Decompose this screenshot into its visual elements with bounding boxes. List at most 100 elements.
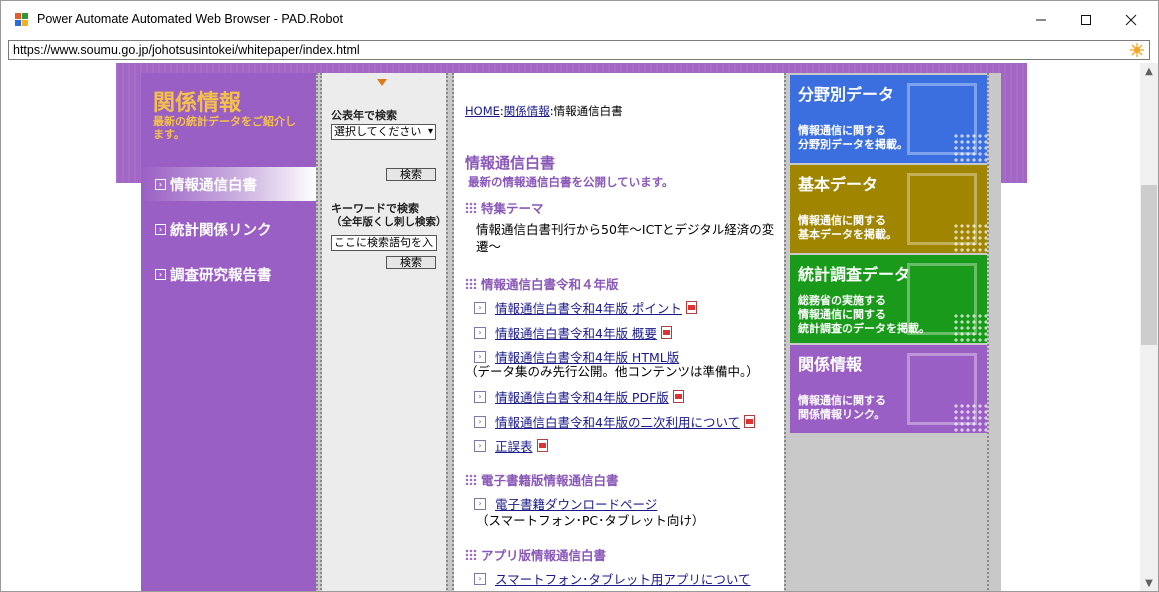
scroll-thumb[interactable] (1141, 185, 1157, 345)
list-item[interactable]: › 電子書籍ダウンロードページ (474, 494, 657, 513)
dots-icon (953, 133, 987, 163)
link-arrow-icon: › (474, 301, 486, 314)
breadcrumb-home-link[interactable]: HOME (465, 104, 500, 118)
section-heading: 電子書籍版情報通信白書 (465, 470, 619, 489)
tile-desc: 情報通信に関する 関係情報リンク。 (798, 394, 886, 421)
link-arrow-icon: › (474, 497, 486, 510)
close-button[interactable] (1108, 1, 1154, 39)
address-text[interactable]: https://www.soumu.go.jp/johotsusintokei/… (13, 43, 360, 57)
minimize-icon (1036, 19, 1046, 21)
list-item[interactable]: › 情報通信白書令和4年版の二次利用について (474, 412, 756, 431)
list-item[interactable]: › 情報通信白書令和4年版 PDF版 (474, 387, 684, 406)
minimize-button[interactable] (1018, 1, 1064, 39)
tile-desc: 総務省の実施する 情報通信に関する 統計調査のデータを掲載。 (798, 294, 930, 335)
link-text[interactable]: 電子書籍ダウンロードページ (495, 494, 657, 513)
link-arrow-icon: › (474, 326, 486, 339)
column-divider (446, 73, 454, 591)
arrow-icon: › (155, 223, 166, 235)
sidebar-item-label: 情報通信白書 (170, 177, 257, 194)
keyword-search-sublabel: （全年版くし刺し検索） (331, 216, 447, 228)
title-bar: Power Automate Automated Web Browser - P… (1, 1, 1158, 39)
dots-icon (465, 278, 477, 289)
scroll-up-icon[interactable]: ▲ (1140, 63, 1158, 81)
tile-desc: 情報通信に関する 分野別データを掲載。 (798, 124, 908, 151)
sidebar-item-whitepaper[interactable]: › 情報通信白書 (141, 167, 316, 201)
section-title: 特集テーマ (481, 201, 544, 216)
dots-icon (953, 223, 987, 253)
breadcrumb-current: 情報通信白書 (553, 104, 623, 118)
sidebar-subtitle: 最新の統計データをご紹介します。 (153, 115, 296, 141)
list-item[interactable]: › スマートフォン･タブレット用アプリについて (474, 569, 751, 588)
sidebar-item-label: 統計関係リンク (170, 222, 272, 239)
tile-related-info[interactable]: 関係情報 情報通信に関する 関係情報リンク。 (790, 345, 987, 433)
list-item[interactable]: › 情報通信白書令和4年版 概要 (474, 323, 672, 342)
arrow-icon: › (155, 178, 166, 190)
link-text[interactable]: 情報通信白書令和4年版 PDF版 (495, 387, 669, 406)
tile-survey-data[interactable]: 統計調査データ 総務省の実施する 情報通信に関する 統計調査のデータを掲載。 (790, 255, 987, 343)
dots-icon (465, 202, 477, 213)
page-subtitle: 最新の情報通信白書を公開しています。 (468, 175, 674, 189)
vertical-scrollbar[interactable]: ▲ ▼ (1140, 63, 1158, 591)
address-bar[interactable]: https://www.soumu.go.jp/johotsusintokei/… (8, 40, 1150, 60)
link-text[interactable]: 情報通信白書令和4年版 ポイント (495, 298, 682, 317)
chevron-down-icon: ▾ (427, 126, 433, 137)
link-arrow-icon: › (474, 572, 486, 585)
tile-title: 分野別データ (798, 85, 895, 104)
sidebar-title: 関係情報 (153, 91, 242, 116)
search-panel: 公表年で検索 選択してください ▾ 検索 キーワードで検索 （全年版くし刺し検索… (322, 73, 447, 591)
breadcrumb: HOME:関係情報:情報通信白書 (465, 103, 623, 119)
browser-window: Power Automate Automated Web Browser - P… (0, 0, 1159, 592)
year-select[interactable]: 選択してください ▾ (331, 124, 436, 140)
sidebar-item-links[interactable]: › 統計関係リンク (141, 212, 316, 246)
tile-basic-data[interactable]: 基本データ 情報通信に関する 基本データを掲載。 (790, 165, 987, 253)
right-tiles: 分野別データ 情報通信に関する 分野別データを掲載。 基本データ 情報通信に関する… (790, 73, 987, 591)
keyword-input[interactable]: ここに検索語句を入 (331, 235, 437, 251)
pdf-icon (536, 439, 548, 452)
keyword-search-button[interactable]: 検索 (386, 256, 436, 269)
tile-title: 関係情報 (798, 355, 863, 374)
page-title: 情報通信白書 (465, 154, 556, 172)
link-text[interactable]: 情報通信白書令和4年版 概要 (495, 323, 657, 342)
column-divider (987, 73, 1001, 591)
sidebar-item-reports[interactable]: › 調査研究報告書 (141, 257, 316, 291)
close-icon (1125, 14, 1137, 26)
triangle-down-icon (377, 79, 387, 86)
dots-icon (953, 403, 987, 433)
list-item[interactable]: › 正誤表 (474, 436, 548, 455)
pdf-icon (744, 415, 756, 428)
ebook-note: （スマートフォン･PC･タブレット向け） (476, 513, 705, 528)
link-arrow-icon: › (474, 439, 486, 452)
section-heading: アプリ版情報通信白書 (465, 545, 606, 564)
pdf-icon (660, 326, 672, 339)
tile-title: 基本データ (798, 175, 879, 194)
dots-icon (465, 549, 477, 560)
link-text[interactable]: スマートフォン･タブレット用アプリについて (495, 569, 751, 588)
maximize-button[interactable] (1063, 1, 1109, 39)
sparkle-icon[interactable] (1129, 42, 1145, 58)
section-title: 情報通信白書令和４年版 (481, 277, 619, 292)
app-icon (15, 13, 28, 26)
pdf-icon (672, 390, 684, 403)
breadcrumb-related-link[interactable]: 関係情報 (504, 104, 550, 118)
year-select-value: 選択してください (334, 125, 422, 138)
sidebar-item-label: 調査研究報告書 (170, 267, 272, 284)
section-title: アプリ版情報通信白書 (481, 548, 607, 563)
link-text[interactable]: 情報通信白書令和4年版の二次利用について (495, 412, 740, 431)
section-heading: 情報通信白書令和４年版 (465, 274, 619, 293)
link-arrow-icon: › (474, 415, 486, 428)
feature-theme-text: 情報通信白書刊行から50年～ICTとデジタル経済の変遷～ (476, 222, 775, 254)
link-text[interactable]: 正誤表 (495, 436, 533, 455)
scroll-down-icon[interactable]: ▼ (1140, 575, 1158, 591)
list-item[interactable]: › 情報通信白書令和4年版 ポイント (474, 298, 697, 317)
year-search-label: 公表年で検索 (331, 109, 397, 122)
window-title: Power Automate Automated Web Browser - P… (37, 12, 343, 26)
tile-field-data[interactable]: 分野別データ 情報通信に関する 分野別データを掲載。 (790, 75, 987, 163)
maximize-icon (1081, 15, 1091, 25)
year-search-button[interactable]: 検索 (386, 168, 436, 181)
dots-icon (465, 474, 477, 485)
link-arrow-icon: › (474, 350, 486, 363)
link-arrow-icon: › (474, 390, 486, 403)
html-version-note: （データ集のみ先行公開。他コンテンツは準備中。） (465, 364, 759, 379)
left-sidebar: 関係情報 最新の統計データをご紹介します。 › 情報通信白書 › 統計関係リンク… (141, 73, 316, 591)
dots-icon (953, 313, 987, 343)
